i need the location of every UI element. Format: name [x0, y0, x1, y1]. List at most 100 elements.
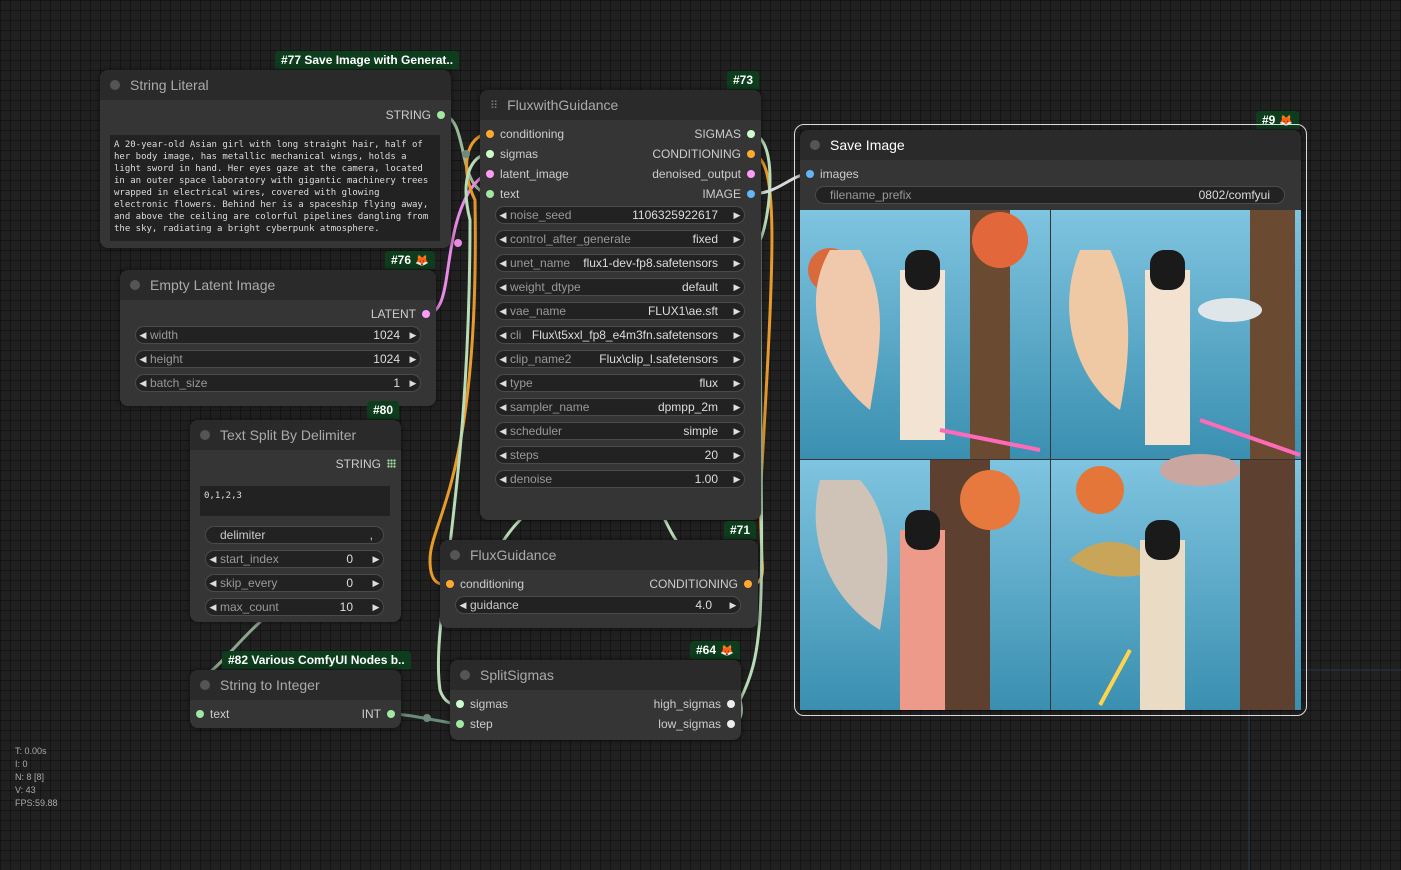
output-slot-latent[interactable]: LATENT: [371, 307, 416, 321]
input-slot-latent-image[interactable]: latent_image: [500, 167, 569, 181]
decrement-arrow-icon[interactable]: ◀: [496, 210, 510, 221]
split-textarea[interactable]: 0,1,2,3: [200, 486, 390, 516]
split-sigmas-node[interactable]: SplitSigmas sigmas step high_sigmas low_…: [450, 660, 741, 740]
decrement-arrow-icon[interactable]: ◀: [496, 378, 510, 389]
decrement-arrow-icon[interactable]: ◀: [456, 600, 470, 611]
input-pin-icon[interactable]: [456, 700, 464, 708]
increment-arrow-icon[interactable]: ▶: [730, 402, 744, 413]
decrement-arrow-icon[interactable]: ◀: [136, 354, 150, 365]
node-title-bar[interactable]: SplitSigmas: [450, 660, 741, 690]
decrement-arrow-icon[interactable]: ◀: [206, 554, 220, 565]
input-slot-conditioning[interactable]: conditioning: [460, 577, 524, 591]
input-slot-images[interactable]: images: [820, 167, 859, 181]
input-slot-sigmas[interactable]: sigmas: [500, 147, 538, 161]
output-slot-image[interactable]: IMAGE: [702, 187, 741, 201]
delimiter-widget[interactable]: delimiter ,: [205, 526, 384, 544]
flux-with-guidance-node[interactable]: ⠿ FluxwithGuidance conditioning sigmas l…: [480, 90, 761, 520]
node-title-bar[interactable]: String to Integer: [190, 670, 401, 700]
increment-arrow-icon[interactable]: ▶: [369, 602, 383, 613]
decrement-arrow-icon[interactable]: ◀: [496, 402, 510, 413]
increment-arrow-icon[interactable]: ▶: [730, 306, 744, 317]
output-pin-icon[interactable]: [437, 111, 445, 119]
input-pin-icon[interactable]: [486, 190, 494, 198]
output-image-preview[interactable]: [800, 210, 1301, 710]
input-pin-icon[interactable]: [196, 710, 204, 718]
increment-arrow-icon[interactable]: ▶: [726, 600, 740, 611]
input-slot-text[interactable]: text: [500, 187, 519, 201]
widget-steps[interactable]: ◀ steps 20 ▶: [495, 446, 745, 464]
collapse-dot-icon[interactable]: [130, 280, 140, 290]
collapse-dot-icon[interactable]: [200, 430, 210, 440]
collapse-dot-icon[interactable]: [460, 670, 470, 680]
increment-arrow-icon[interactable]: ▶: [369, 578, 383, 589]
input-slot-sigmas[interactable]: sigmas: [470, 697, 508, 711]
skip-every-widget[interactable]: ◀ skip_every 0 ▶: [205, 574, 384, 592]
filename-prefix-input[interactable]: filename_prefix 0802/comfyui: [815, 186, 1285, 204]
decrement-arrow-icon[interactable]: ◀: [136, 330, 150, 341]
output-slot-high-sigmas[interactable]: high_sigmas: [654, 697, 721, 711]
output-slot-int[interactable]: INT: [362, 707, 381, 721]
node-title-bar[interactable]: String Literal: [100, 70, 451, 100]
decrement-arrow-icon[interactable]: ◀: [496, 330, 510, 341]
decrement-arrow-icon[interactable]: ◀: [136, 378, 150, 389]
increment-arrow-icon[interactable]: ▶: [369, 554, 383, 565]
guidance-widget[interactable]: ◀ guidance 4.0 ▶: [455, 596, 741, 614]
widget-denoise[interactable]: ◀ denoise 1.00 ▶: [495, 470, 745, 488]
input-pin-icon[interactable]: [486, 150, 494, 158]
input-pin-icon[interactable]: [456, 720, 464, 728]
widget-sampler-name[interactable]: ◀ sampler_name dpmpp_2m ▶: [495, 398, 745, 416]
increment-arrow-icon[interactable]: ▶: [730, 378, 744, 389]
increment-arrow-icon[interactable]: ▶: [730, 282, 744, 293]
node-title-bar[interactable]: Empty Latent Image: [120, 270, 436, 300]
increment-arrow-icon[interactable]: ▶: [406, 354, 420, 365]
widget-unet-name[interactable]: ◀ unet_name flux1-dev-fp8.safetensors ▶: [495, 254, 745, 272]
node-title-bar[interactable]: Save Image: [800, 130, 1301, 160]
node-title-bar[interactable]: Text Split By Delimiter: [190, 420, 401, 450]
start-index-widget[interactable]: ◀ start_index 0 ▶: [205, 550, 384, 568]
output-pin-icon[interactable]: [727, 700, 735, 708]
increment-arrow-icon[interactable]: ▶: [730, 330, 744, 341]
collapse-dot-icon[interactable]: [450, 550, 460, 560]
decrement-arrow-icon[interactable]: ◀: [496, 258, 510, 269]
node-title-bar[interactable]: FluxGuidance: [440, 540, 758, 570]
widget-scheduler[interactable]: ◀ scheduler simple ▶: [495, 422, 745, 440]
input-pin-icon[interactable]: [806, 170, 814, 178]
input-pin-icon[interactable]: [486, 130, 494, 138]
input-slot-conditioning[interactable]: conditioning: [500, 127, 564, 141]
height-widget[interactable]: ◀ height 1024 ▶: [135, 350, 421, 368]
output-pin-icon[interactable]: [727, 720, 735, 728]
widget-noise-seed[interactable]: ◀ noise_seed 1106325922617 ▶: [495, 206, 745, 224]
output-slot-denoised[interactable]: denoised_output: [652, 167, 741, 181]
input-pin-icon[interactable]: [446, 580, 454, 588]
decrement-arrow-icon[interactable]: ◀: [206, 602, 220, 613]
output-pin-icon[interactable]: [744, 580, 752, 588]
increment-arrow-icon[interactable]: ▶: [730, 426, 744, 437]
increment-arrow-icon[interactable]: ▶: [406, 378, 420, 389]
widget-cli[interactable]: ◀ cli Flux\t5xxl_fp8_e4m3fn.safetensors ▶: [495, 326, 745, 344]
output-slot-string[interactable]: STRING: [336, 457, 381, 471]
width-widget[interactable]: ◀ width 1024 ▶: [135, 326, 421, 344]
increment-arrow-icon[interactable]: ▶: [730, 210, 744, 221]
output-slot-conditioning[interactable]: CONDITIONING: [652, 147, 741, 161]
collapse-dot-icon[interactable]: [110, 80, 120, 90]
decrement-arrow-icon[interactable]: ◀: [206, 578, 220, 589]
string-literal-node[interactable]: String Literal STRING A 20-year-old Asia…: [100, 70, 451, 248]
widget-vae-name[interactable]: ◀ vae_name FLUX1\ae.sft ▶: [495, 302, 745, 320]
widget-type[interactable]: ◀ type flux ▶: [495, 374, 745, 392]
increment-arrow-icon[interactable]: ▶: [730, 234, 744, 245]
widget-weight-dtype[interactable]: ◀ weight_dtype default ▶: [495, 278, 745, 296]
output-pin-icon[interactable]: [747, 130, 755, 138]
string-to-integer-node[interactable]: String to Integer text INT: [190, 670, 401, 728]
output-slot-sigmas[interactable]: SIGMAS: [694, 127, 741, 141]
collapse-dot-icon[interactable]: [200, 680, 210, 690]
output-slot-conditioning[interactable]: CONDITIONING: [649, 577, 738, 591]
collapse-dot-icon[interactable]: [810, 140, 820, 150]
widget-control-after-generate[interactable]: ◀ control_after_generate fixed ▶: [495, 230, 745, 248]
output-slot-low-sigmas[interactable]: low_sigmas: [658, 717, 721, 731]
max-count-widget[interactable]: ◀ max_count 10 ▶: [205, 598, 384, 616]
input-slot-step[interactable]: step: [470, 717, 493, 731]
output-pin-icon[interactable]: [422, 310, 430, 318]
input-pin-icon[interactable]: [486, 170, 494, 178]
decrement-arrow-icon[interactable]: ◀: [496, 306, 510, 317]
node-title-bar[interactable]: ⠿ FluxwithGuidance: [480, 90, 761, 120]
